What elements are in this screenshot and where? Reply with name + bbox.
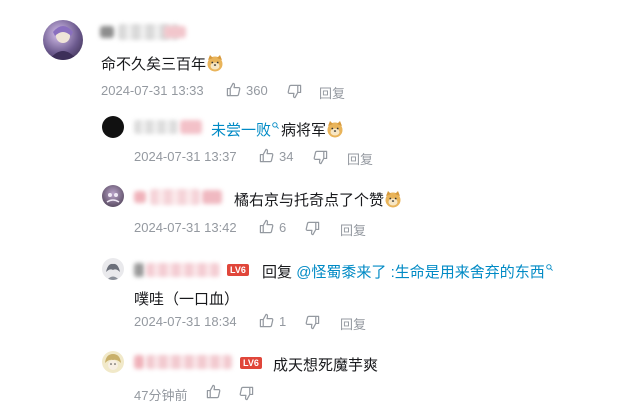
- username-redacted[interactable]: [134, 262, 222, 278]
- comment-text: 未尝一败 病将军: [211, 119, 344, 140]
- thumbs-down-icon: [313, 150, 328, 165]
- comment-time: 2024-07-31 18:34: [134, 314, 237, 329]
- reply-button[interactable]: 回复: [347, 149, 373, 168]
- avatar[interactable]: [43, 20, 83, 60]
- like-count: 34: [279, 149, 294, 164]
- dislike-button[interactable]: [305, 221, 320, 241]
- thumbs-up-icon: [259, 219, 274, 234]
- like-button[interactable]: [226, 82, 241, 102]
- doge-emoji-icon: [326, 120, 344, 138]
- username-redacted[interactable]: [134, 119, 204, 135]
- reply-prefix: 回复: [262, 264, 293, 281]
- thumbs-down-icon: [287, 84, 302, 99]
- thumbs-up-icon: [226, 82, 241, 97]
- avatar[interactable]: [102, 258, 124, 280]
- thumbs-up-icon: [206, 384, 221, 399]
- doge-emoji-icon: [206, 54, 224, 72]
- comment-text: 噗哇（一口血）: [134, 291, 240, 308]
- dislike-button[interactable]: [305, 315, 320, 335]
- level-badge: LV6: [240, 357, 262, 369]
- like-count: 1: [279, 314, 287, 329]
- thumbs-down-icon: [239, 386, 254, 401]
- like-count: 6: [279, 220, 287, 235]
- reply-to-user-link[interactable]: @怪蜀黍来了: [296, 264, 386, 281]
- like-button[interactable]: [259, 313, 274, 333]
- thumbs-up-icon: [259, 148, 274, 163]
- reply-button[interactable]: 回复: [340, 314, 366, 333]
- thumbs-up-icon: [259, 313, 274, 328]
- comment-text: 命不久矣三百年: [101, 53, 224, 74]
- dislike-button[interactable]: [287, 84, 302, 104]
- doge-emoji-icon: [384, 190, 402, 208]
- like-button[interactable]: [206, 384, 221, 404]
- thumbs-down-icon: [305, 315, 320, 330]
- level-badge: LV6: [227, 264, 249, 276]
- avatar[interactable]: [102, 185, 124, 207]
- quote-link[interactable]: 生命是用来舍弃的东西: [395, 264, 545, 281]
- thumbs-down-icon: [305, 221, 320, 236]
- avatar[interactable]: [102, 351, 124, 373]
- comment-text: 橘右京与托奇点了个赞: [234, 189, 402, 210]
- like-button[interactable]: [259, 148, 274, 168]
- comment-text: 成天想死魔芋爽: [273, 357, 379, 374]
- search-icon[interactable]: [272, 122, 279, 129]
- comment-time: 2024-07-31 13:42: [134, 220, 237, 235]
- comment-time: 2024-07-31 13:33: [101, 83, 204, 98]
- comment-text: 回复 @怪蜀黍来了 :生命是用来舍弃的东西: [262, 261, 553, 282]
- reply-button[interactable]: 回复: [340, 220, 366, 239]
- username-redacted[interactable]: [134, 189, 224, 205]
- dislike-button[interactable]: [239, 386, 254, 406]
- avatar[interactable]: [102, 116, 124, 138]
- like-button[interactable]: [259, 219, 274, 239]
- dislike-button[interactable]: [313, 150, 328, 170]
- mention-link[interactable]: 未尝一败: [211, 122, 271, 139]
- search-icon[interactable]: [546, 264, 553, 271]
- username-redacted[interactable]: [100, 24, 190, 40]
- comment-time: 47分钟前: [134, 388, 188, 403]
- username-redacted[interactable]: [134, 354, 234, 370]
- like-count: 360: [246, 83, 268, 98]
- comment-time: 2024-07-31 13:37: [134, 149, 237, 164]
- reply-button[interactable]: 回复: [319, 83, 345, 102]
